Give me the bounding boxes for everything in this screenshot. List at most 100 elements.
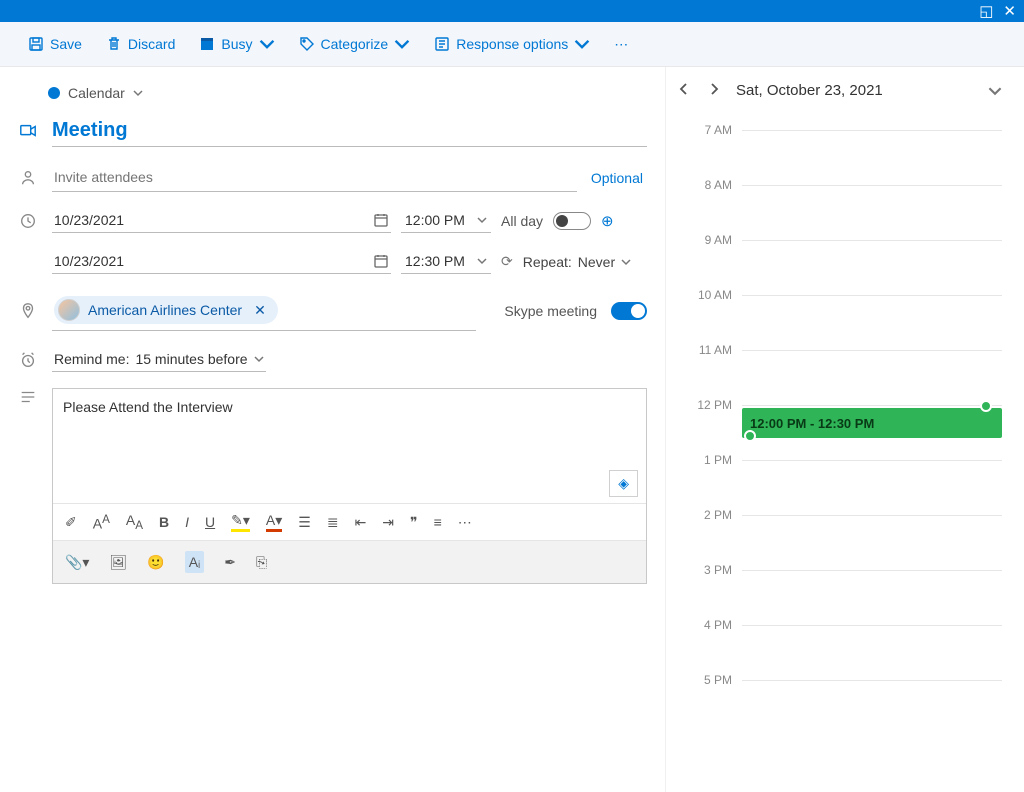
diamond-icon[interactable]: ◈ bbox=[609, 470, 638, 497]
start-time-field[interactable]: 12:00 PM bbox=[401, 208, 491, 233]
hour-label: 2 PM bbox=[686, 508, 742, 522]
hour-label: 7 AM bbox=[686, 123, 742, 137]
font-size-down-icon[interactable]: AA bbox=[126, 512, 143, 532]
response-options-button[interactable]: Response options bbox=[424, 30, 600, 58]
hour-row[interactable]: 8 AM bbox=[686, 185, 1002, 240]
hour-cell[interactable] bbox=[742, 625, 1002, 681]
hour-cell[interactable] bbox=[742, 130, 1002, 186]
end-time-value: 12:30 PM bbox=[405, 253, 465, 269]
more-button[interactable]: ⋯ bbox=[604, 30, 638, 59]
bullets-button[interactable]: ☰ bbox=[298, 514, 311, 531]
font-color-button[interactable]: A▾ bbox=[266, 512, 282, 532]
repeat-label: Repeat: bbox=[523, 254, 572, 270]
hour-row[interactable]: 11 AM bbox=[686, 350, 1002, 405]
hour-row[interactable]: 7 AM bbox=[686, 130, 1002, 185]
insert-image-button[interactable]: 🖼 bbox=[109, 554, 127, 571]
event-block[interactable]: 12:00 PM - 12:30 PM bbox=[742, 408, 1002, 438]
tag-icon bbox=[299, 36, 315, 52]
hour-cell[interactable] bbox=[742, 515, 1002, 571]
clear-format-icon[interactable]: ✐ bbox=[65, 514, 77, 531]
refresh-icon[interactable]: ⟳ bbox=[501, 253, 513, 270]
reminder-icon bbox=[18, 351, 38, 369]
person-icon bbox=[18, 169, 38, 187]
popout-icon[interactable]: ◱ bbox=[979, 2, 993, 20]
save-button[interactable]: Save bbox=[18, 30, 92, 58]
outdent-button[interactable]: ⇤ bbox=[355, 514, 367, 531]
hour-row[interactable]: 5 PM bbox=[686, 680, 1002, 735]
hour-cell[interactable] bbox=[742, 295, 1002, 351]
skype-toggle[interactable] bbox=[611, 302, 647, 320]
hour-cell[interactable] bbox=[742, 240, 1002, 296]
prev-day-button[interactable] bbox=[676, 81, 692, 100]
reminder-value: 15 minutes before bbox=[135, 351, 247, 367]
insert-template-button[interactable]: ⎘ bbox=[256, 554, 267, 571]
event-handle-top[interactable] bbox=[980, 400, 992, 412]
underline-button[interactable]: U bbox=[205, 514, 215, 530]
day-preview: Sat, October 23, 2021 12:00 PM - 12:30 P… bbox=[665, 67, 1024, 792]
chevron-down-icon[interactable] bbox=[988, 84, 1002, 98]
window-titlebar: ◱ ✕ bbox=[0, 0, 1024, 22]
bold-button[interactable]: B bbox=[159, 514, 169, 530]
title-field[interactable] bbox=[52, 115, 647, 147]
font-size-up-icon[interactable]: AA bbox=[93, 513, 110, 532]
body-textarea[interactable]: Please Attend the Interview ◈ bbox=[53, 389, 646, 503]
discard-button[interactable]: Discard bbox=[96, 30, 185, 58]
quote-button[interactable]: ❞ bbox=[410, 514, 418, 531]
hour-row[interactable]: 10 AM bbox=[686, 295, 1002, 350]
attendees-field[interactable] bbox=[52, 163, 577, 192]
hour-row[interactable]: 2 PM bbox=[686, 515, 1002, 570]
attach-button[interactable]: 📎▾ bbox=[65, 554, 89, 571]
align-button[interactable]: ≡ bbox=[434, 514, 442, 530]
hour-row[interactable]: 1 PM bbox=[686, 460, 1002, 515]
insert-emoji-button[interactable]: 🙂 bbox=[147, 554, 164, 571]
end-time-field[interactable]: 12:30 PM bbox=[401, 249, 491, 274]
location-field[interactable]: American Airlines Center ✕ bbox=[52, 290, 476, 331]
hour-label: 1 PM bbox=[686, 453, 742, 467]
hour-cell[interactable] bbox=[742, 680, 1002, 736]
response-icon bbox=[434, 36, 450, 52]
meeting-icon bbox=[18, 122, 38, 140]
hour-cell[interactable] bbox=[742, 350, 1002, 406]
end-date-field[interactable]: 10/23/2021 bbox=[52, 249, 391, 274]
location-avatar bbox=[58, 299, 80, 321]
hour-grid[interactable]: 12:00 PM - 12:30 PM 7 AM8 AM9 AM10 AM11 … bbox=[686, 130, 1002, 735]
hour-row[interactable]: 9 AM bbox=[686, 240, 1002, 295]
timezone-icon[interactable]: ⊕ bbox=[601, 212, 614, 230]
start-date-field[interactable]: 10/23/2021 bbox=[52, 208, 391, 233]
calendar-icon bbox=[373, 212, 389, 228]
hour-cell[interactable] bbox=[742, 570, 1002, 626]
all-day-toggle[interactable] bbox=[553, 212, 591, 230]
signature-button[interactable]: ✒ bbox=[224, 554, 236, 571]
numbering-button[interactable]: ≣ bbox=[327, 514, 339, 531]
highlight-button[interactable]: ✎▾ bbox=[231, 512, 250, 532]
close-icon[interactable]: ✕ bbox=[1003, 2, 1016, 20]
busy-button[interactable]: Busy bbox=[189, 30, 284, 58]
format-painter-button[interactable]: Aᵢ bbox=[185, 551, 205, 573]
hour-label: 9 AM bbox=[686, 233, 742, 247]
reminder-picker[interactable]: Remind me: 15 minutes before bbox=[52, 347, 266, 372]
categorize-label: Categorize bbox=[321, 36, 389, 52]
description-icon bbox=[18, 388, 38, 406]
event-handle-bottom[interactable] bbox=[744, 430, 756, 442]
hour-row[interactable]: 4 PM bbox=[686, 625, 1002, 680]
remove-location-icon[interactable]: ✕ bbox=[250, 302, 270, 319]
preview-date: Sat, October 23, 2021 bbox=[736, 82, 974, 99]
hour-label: 4 PM bbox=[686, 618, 742, 632]
body-editor: Please Attend the Interview ◈ ✐ AA AA B … bbox=[52, 388, 647, 584]
more-format-button[interactable]: ⋯ bbox=[458, 514, 472, 531]
chevron-down-icon bbox=[259, 36, 275, 52]
hour-row[interactable]: 3 PM bbox=[686, 570, 1002, 625]
italic-button[interactable]: I bbox=[185, 514, 189, 530]
clock-icon bbox=[18, 212, 38, 230]
location-chip[interactable]: American Airlines Center ✕ bbox=[54, 296, 278, 324]
indent-button[interactable]: ⇥ bbox=[382, 514, 394, 531]
chevron-down-icon bbox=[477, 215, 487, 225]
repeat-picker[interactable]: Repeat: Never bbox=[523, 254, 631, 270]
next-day-button[interactable] bbox=[706, 81, 722, 100]
start-date-value: 10/23/2021 bbox=[54, 212, 124, 228]
optional-link[interactable]: Optional bbox=[591, 170, 647, 186]
hour-cell[interactable] bbox=[742, 185, 1002, 241]
hour-cell[interactable] bbox=[742, 460, 1002, 516]
categorize-button[interactable]: Categorize bbox=[289, 30, 421, 58]
calendar-picker[interactable]: Calendar bbox=[68, 85, 125, 101]
